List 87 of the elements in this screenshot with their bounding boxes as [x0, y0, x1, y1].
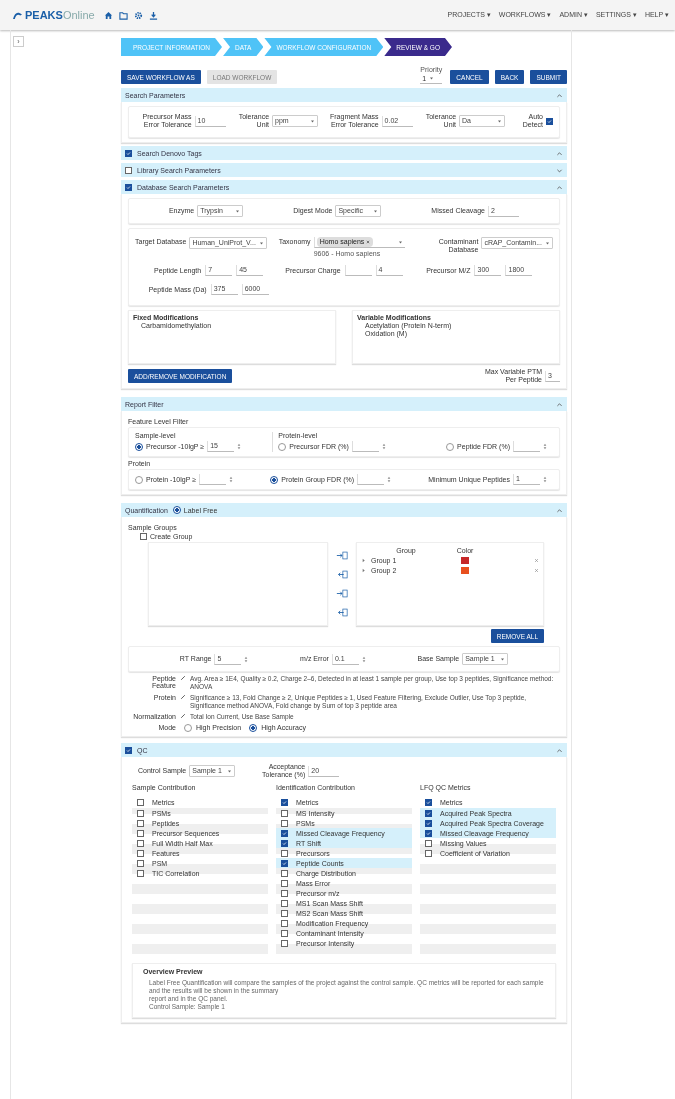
- folder-icon[interactable]: [118, 10, 128, 20]
- spinner-arrows-icon: [361, 655, 366, 663]
- checkbox[interactable]: [137, 849, 144, 857]
- checkbox[interactable]: [137, 869, 144, 877]
- checkbox[interactable]: [281, 839, 288, 847]
- move-arrow-icon[interactable]: [336, 551, 348, 560]
- caret-icon: [310, 118, 316, 124]
- caret-icon: [227, 768, 233, 774]
- checkbox[interactable]: [281, 939, 288, 947]
- collapse-chevron-icon[interactable]: [556, 91, 563, 99]
- move-arrow-icon[interactable]: [336, 608, 348, 617]
- checkbox[interactable]: [281, 849, 288, 857]
- checkbox[interactable]: [425, 809, 432, 817]
- radio-button[interactable]: [135, 475, 143, 484]
- color-swatch[interactable]: [461, 556, 469, 564]
- input-field[interactable]: [199, 474, 227, 485]
- home-icon[interactable]: [103, 10, 113, 20]
- caret-icon: [258, 240, 264, 246]
- spinner-arrows-icon: [387, 476, 392, 483]
- spinner-arrows-icon: [381, 443, 386, 450]
- select-all-checkbox[interactable]: [425, 798, 432, 806]
- spinner-arrows-icon: [237, 443, 242, 450]
- radio-button[interactable]: [184, 724, 192, 732]
- collapse-chevron-icon[interactable]: [556, 746, 563, 754]
- caret-icon: [235, 208, 241, 214]
- pencil-icon[interactable]: [180, 713, 186, 719]
- checkbox[interactable]: [281, 859, 288, 867]
- radio-button[interactable]: [446, 442, 455, 451]
- checkbox[interactable]: [281, 919, 288, 927]
- radio-button[interactable]: [270, 475, 279, 484]
- checkbox[interactable]: [281, 819, 288, 827]
- spinner-arrows-icon: [229, 476, 234, 483]
- color-swatch[interactable]: [461, 566, 469, 574]
- checkbox[interactable]: [425, 829, 432, 837]
- checkbox[interactable]: [425, 819, 432, 827]
- gear-icon[interactable]: [133, 10, 143, 20]
- spinner-arrows-icon: [543, 443, 547, 450]
- checkbox[interactable]: [137, 839, 144, 847]
- radio-button[interactable]: [172, 506, 181, 514]
- move-arrow-icon[interactable]: [336, 589, 348, 598]
- checkbox[interactable]: [281, 879, 288, 887]
- caret-icon: [397, 239, 403, 245]
- checkbox[interactable]: [125, 166, 132, 174]
- input-field[interactable]: [351, 441, 379, 452]
- checkbox[interactable]: [281, 889, 288, 897]
- checkbox[interactable]: [281, 869, 288, 877]
- caret-icon: [497, 118, 503, 124]
- app-logo-text: PEAKSOnline: [25, 9, 95, 21]
- select-all-checkbox[interactable]: [137, 798, 144, 806]
- checkbox[interactable]: [137, 809, 144, 817]
- input-field[interactable]: [513, 441, 540, 452]
- caret-icon: [373, 208, 379, 214]
- collapse-chevron-icon[interactable]: [556, 506, 563, 514]
- checkbox[interactable]: [125, 149, 132, 157]
- caret-icon: [500, 656, 506, 662]
- peak-logo-icon: [12, 10, 23, 20]
- input-field[interactable]: [357, 474, 385, 485]
- checkbox[interactable]: [281, 909, 288, 917]
- checkbox[interactable]: [546, 117, 553, 125]
- caret-icon: [545, 240, 550, 246]
- checkbox[interactable]: [281, 929, 288, 937]
- spinner-arrows-icon: [244, 655, 249, 663]
- checkbox[interactable]: [140, 533, 147, 540]
- checkbox[interactable]: [281, 809, 288, 817]
- checkbox[interactable]: [281, 829, 288, 837]
- checkbox[interactable]: [137, 819, 144, 827]
- download-icon[interactable]: [148, 10, 158, 20]
- checkbox[interactable]: [125, 183, 132, 191]
- checkbox[interactable]: [125, 746, 132, 754]
- collapse-chevron-icon[interactable]: [556, 183, 563, 191]
- collapse-chevron-icon[interactable]: [556, 149, 563, 157]
- radio-button[interactable]: [278, 442, 287, 451]
- radio-button[interactable]: [135, 442, 143, 451]
- spinner-arrows-icon: [543, 476, 547, 483]
- move-arrow-icon[interactable]: [336, 570, 348, 579]
- checkbox[interactable]: [137, 829, 144, 837]
- checkbox[interactable]: [137, 859, 144, 867]
- caret-icon: [429, 75, 435, 81]
- checkbox[interactable]: [425, 839, 432, 847]
- pencil-icon[interactable]: [180, 694, 186, 700]
- collapse-chevron-icon[interactable]: [556, 400, 563, 408]
- radio-button[interactable]: [249, 724, 258, 732]
- checkbox[interactable]: [281, 899, 288, 907]
- checkbox[interactable]: [425, 849, 432, 857]
- pencil-icon[interactable]: [180, 675, 186, 681]
- select-all-checkbox[interactable]: [281, 798, 288, 806]
- input-field[interactable]: [344, 265, 372, 276]
